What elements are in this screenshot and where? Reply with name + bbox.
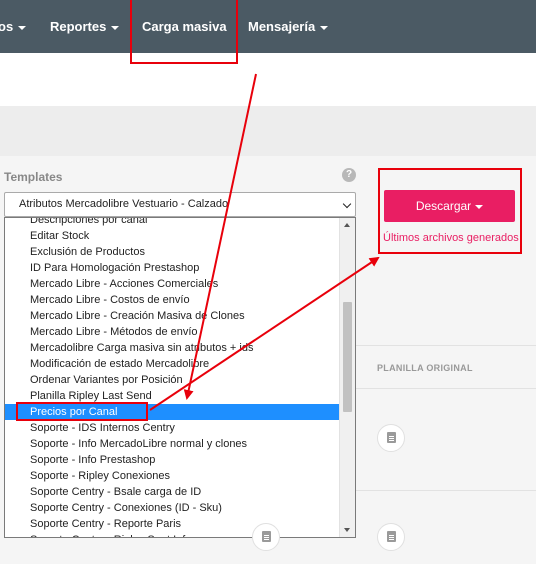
document-icon	[262, 531, 271, 542]
dropdown-option[interactable]: Soporte - Info Prestashop	[5, 452, 339, 468]
chevron-down-icon	[342, 199, 352, 209]
scroll-up-arrow-icon[interactable]	[344, 223, 350, 227]
dropdown-option[interactable]: Soporte - IDS Internos Centry	[5, 420, 339, 436]
dropdown-option[interactable]: Mercado Libre - Métodos de envío	[5, 324, 339, 340]
dropdown-option[interactable]: Exclusión de Productos	[5, 244, 339, 260]
annotation-box-nav	[130, 0, 238, 64]
caret-down-icon	[18, 25, 27, 30]
scroll-down-arrow-icon[interactable]	[344, 528, 350, 532]
dropdown-option[interactable]: Soporte Centry - Ripley Sent Info	[5, 532, 339, 537]
annotation-box-option	[16, 402, 148, 421]
column-header-planilla-original: PLANILLA ORIGINAL	[377, 363, 473, 373]
page-header-bar	[0, 53, 536, 106]
document-icon	[387, 432, 396, 443]
dropdown-options: Descripciones por canal Editar Stock Exclu…	[5, 218, 339, 537]
scrollbar-thumb[interactable]	[343, 302, 352, 412]
nav-item-mensajeria[interactable]: Mensajería	[248, 0, 329, 53]
download-original-button[interactable]	[377, 523, 405, 551]
annotation-box-download	[378, 168, 522, 254]
document-icon	[387, 531, 396, 542]
row-divider	[356, 490, 536, 491]
templates-label: Templates	[4, 170, 63, 184]
nav-item-label: os	[0, 19, 14, 34]
top-navbar: os Reportes Carga masiva Mensajería	[0, 0, 536, 53]
dropdown-option[interactable]: Mercadolibre Carga masiva sin atributos …	[5, 340, 339, 356]
dropdown-option[interactable]: Ordenar Variantes por Posición	[5, 372, 339, 388]
dropdown-option[interactable]: Soporte Centry - Conexiones (ID - Sku)	[5, 500, 339, 516]
dropdown-option[interactable]: Mercado Libre - Acciones Comerciales	[5, 276, 339, 292]
template-select[interactable]: Atributos Mercadolibre Vestuario - Calza…	[4, 192, 356, 217]
nav-item-productos[interactable]: os	[0, 0, 27, 53]
question-circle-icon[interactable]: ?	[342, 168, 356, 182]
download-original-button[interactable]	[377, 424, 405, 452]
template-select-value: Atributos Mercadolibre Vestuario - Calza…	[19, 198, 229, 210]
nav-item-label: Reportes	[50, 19, 107, 34]
template-dropdown-list: Descripciones por canal Editar Stock Exclu…	[4, 217, 356, 538]
dropdown-option[interactable]: Mercado Libre - Creación Masiva de Clone…	[5, 308, 339, 324]
dropdown-option[interactable]: Soporte Centry - Bsale carga de ID	[5, 484, 339, 500]
nav-item-label: Mensajería	[248, 19, 316, 34]
dropdown-scrollbar[interactable]	[339, 218, 355, 537]
caret-down-icon	[111, 25, 120, 30]
caret-down-icon	[320, 25, 329, 30]
download-processed-button[interactable]	[252, 523, 280, 551]
dropdown-option[interactable]: Modificación de estado Mercadolibre	[5, 356, 339, 372]
nav-item-reportes[interactable]: Reportes	[50, 0, 120, 53]
dropdown-option[interactable]: Soporte - Info MercadoLibre normal y clo…	[5, 436, 339, 452]
dropdown-option[interactable]: Editar Stock	[5, 228, 339, 244]
dropdown-option[interactable]: Soporte - Ripley Conexiones	[5, 468, 339, 484]
dropdown-option[interactable]: ID Para Homologación Prestashop	[5, 260, 339, 276]
dropdown-option[interactable]: Soporte Centry - Reporte Paris	[5, 516, 339, 532]
dropdown-option[interactable]: Mercado Libre - Costos de envío	[5, 292, 339, 308]
dropdown-option[interactable]: Descripciones por canal	[5, 218, 339, 228]
